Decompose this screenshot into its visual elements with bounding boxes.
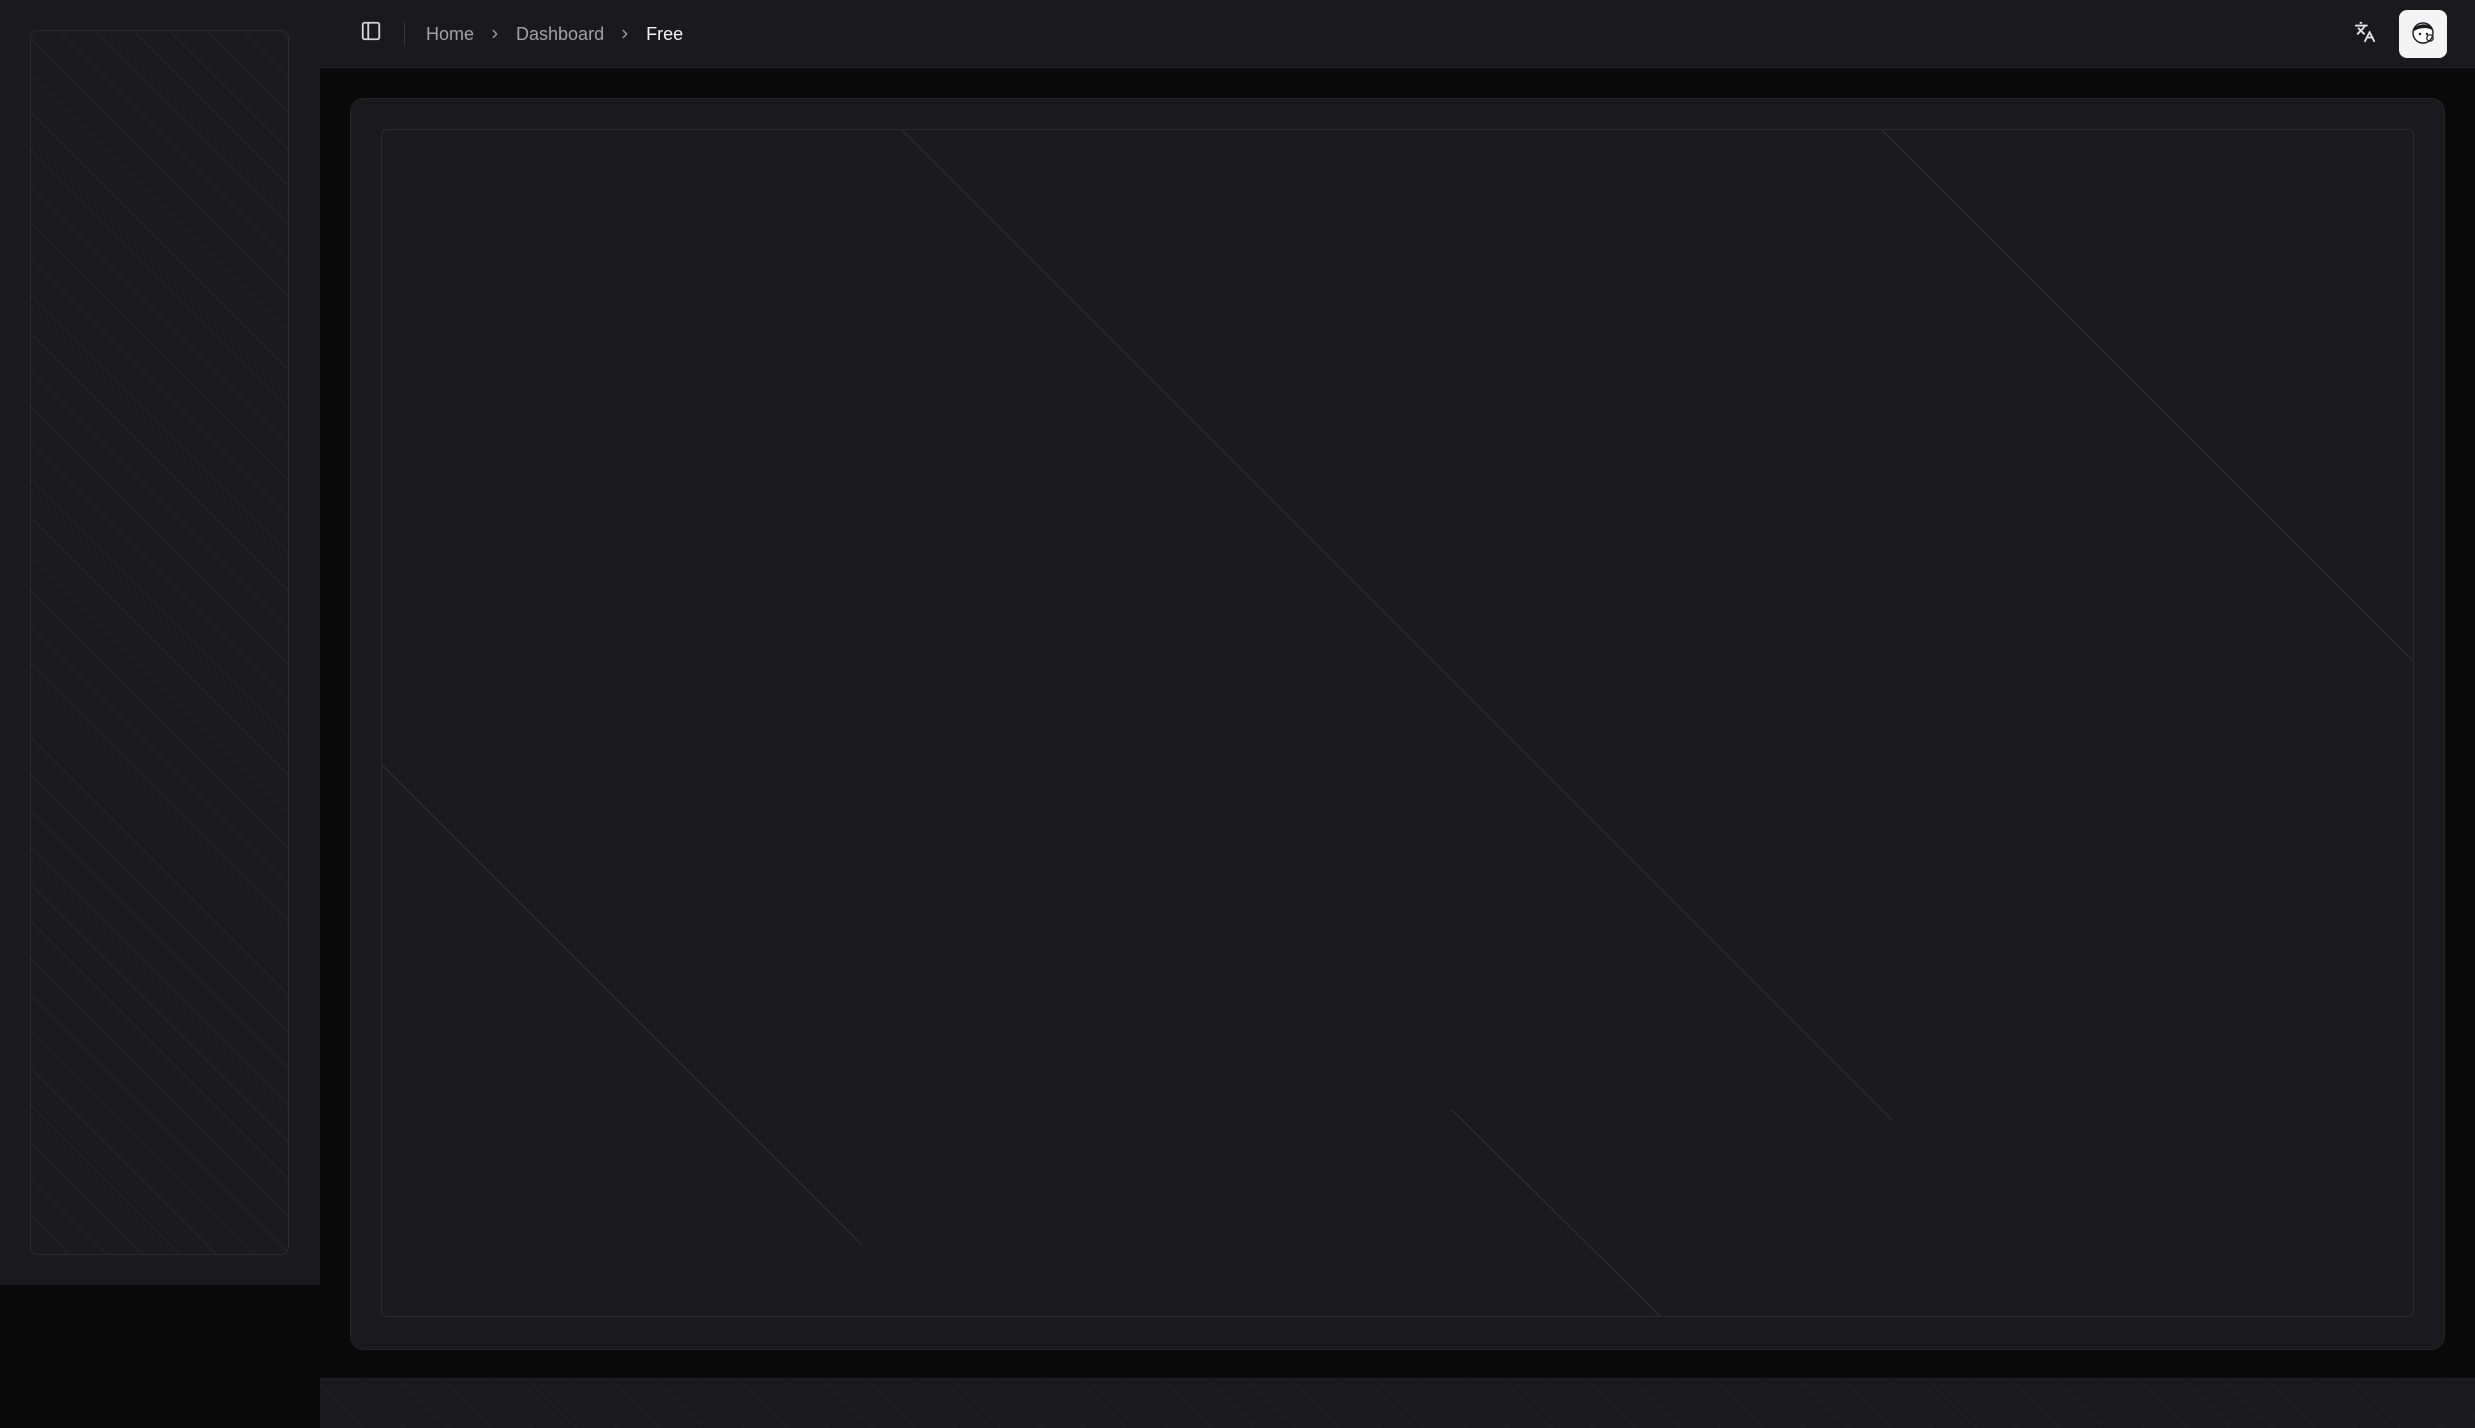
- sidebar-bottom-gap: [0, 1285, 320, 1428]
- placeholder-pattern: [382, 130, 2413, 1316]
- language-switch-button[interactable]: [2345, 10, 2385, 58]
- header-divider: [404, 22, 405, 46]
- chevron-right-icon: [604, 24, 646, 44]
- breadcrumb-home-link[interactable]: Home: [426, 24, 474, 45]
- footer: [320, 1378, 2475, 1428]
- language-icon: [2354, 21, 2376, 48]
- avatar: [2406, 15, 2440, 54]
- top-header: Home Dashboard Free: [320, 0, 2475, 68]
- main-content: [320, 68, 2475, 1378]
- user-avatar-button[interactable]: [2399, 10, 2447, 58]
- header-actions: [2345, 10, 2447, 58]
- breadcrumb-dashboard-link[interactable]: Dashboard: [516, 24, 604, 45]
- panel-left-icon: [360, 20, 382, 47]
- breadcrumb-current-page: Free: [646, 23, 684, 44]
- sidebar-toggle-button[interactable]: [354, 16, 388, 50]
- sidebar-placeholder-panel: [30, 30, 289, 1255]
- content-placeholder: [381, 129, 2414, 1317]
- sidebar: [0, 0, 320, 1285]
- chevron-right-icon: [474, 24, 516, 44]
- breadcrumb: Home Dashboard Free: [426, 0, 683, 68]
- content-card: [350, 98, 2445, 1350]
